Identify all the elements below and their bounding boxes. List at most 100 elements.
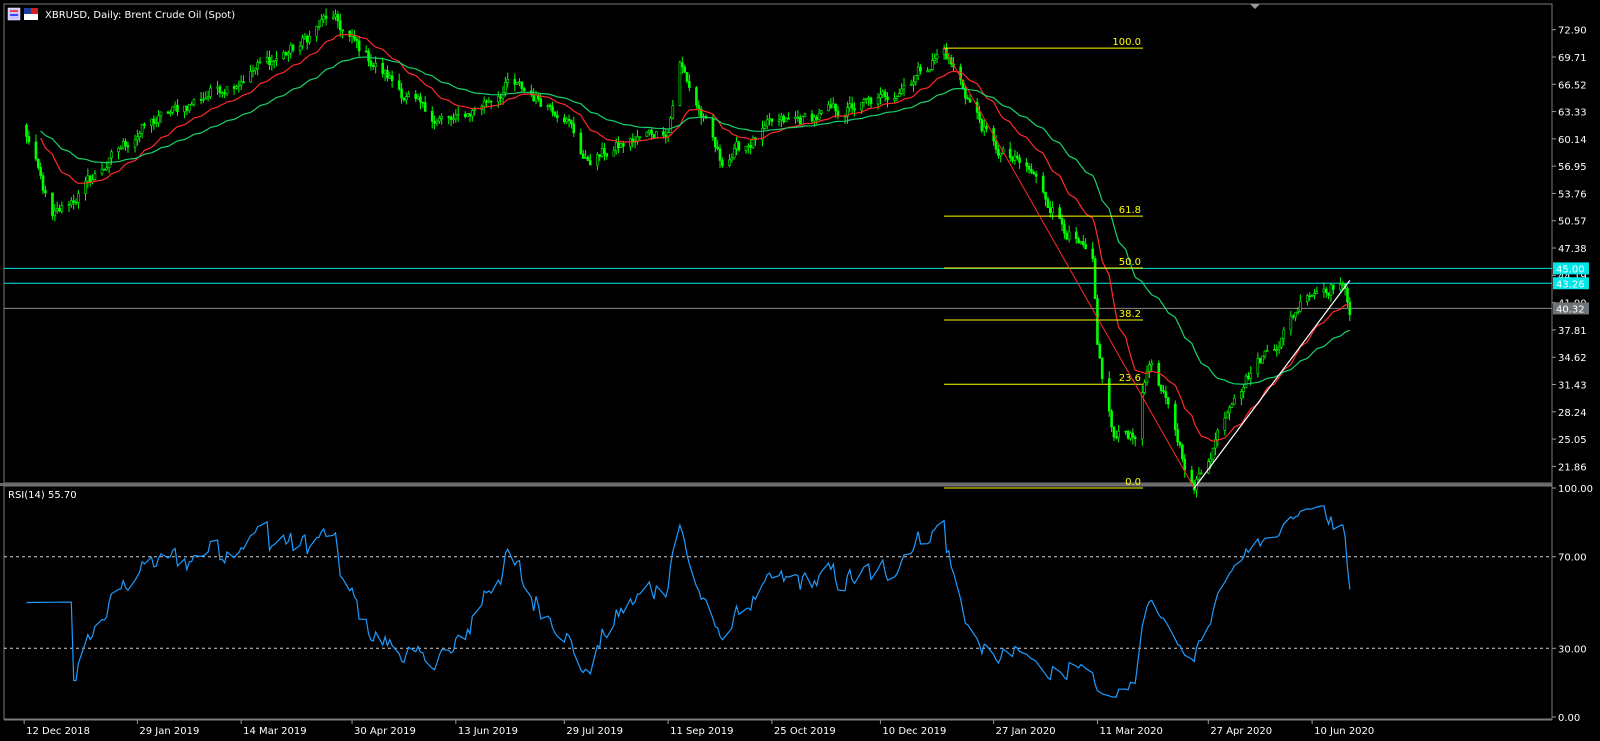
candle-body: [435, 120, 439, 124]
candle-body: [902, 85, 906, 90]
candle-body: [239, 81, 243, 86]
candle-body: [716, 146, 719, 150]
main-chart-panel[interactable]: [3, 3, 1553, 484]
candle-body: [317, 25, 321, 28]
candle-body: [1157, 362, 1161, 386]
candle-body: [1131, 432, 1135, 438]
candle-body: [1096, 298, 1099, 345]
candle-body: [322, 15, 326, 20]
candle-body: [1018, 157, 1021, 163]
candle-body: [1339, 284, 1342, 290]
candle-body: [86, 175, 90, 182]
candle-body: [763, 125, 767, 129]
candle-body: [1207, 461, 1210, 474]
candle-body: [916, 66, 920, 76]
candle-body: [1232, 398, 1236, 405]
candle-body: [1046, 198, 1050, 208]
candle-body: [39, 167, 42, 176]
price-tick-label: 21.86: [1558, 462, 1587, 473]
candle-body: [289, 44, 293, 54]
candle-body: [315, 26, 318, 37]
candle-body: [369, 60, 373, 66]
candle-body: [1249, 373, 1253, 379]
candle-body: [225, 86, 229, 95]
candle-body: [268, 56, 271, 66]
price-axis-ticks: 72.90 69.71 66.52 63.33 60.14 56.95 53.76 50.57…: [1552, 26, 1587, 473]
candle-body: [223, 92, 226, 95]
candle-body: [237, 84, 241, 87]
candle-body: [572, 123, 576, 134]
candle-body: [140, 124, 144, 134]
resistance-price-label: 43.26: [1556, 279, 1585, 290]
candle-body: [496, 96, 500, 103]
candle-body: [471, 110, 474, 117]
price-tick-label: 69.71: [1558, 53, 1587, 64]
candle-body: [1140, 392, 1144, 440]
price-tick-label: 37.81: [1558, 326, 1587, 337]
candle-body: [1107, 378, 1111, 412]
candle-body: [1329, 284, 1333, 296]
candle-body: [1265, 350, 1269, 353]
candle-body: [150, 118, 153, 126]
candle-body: [1277, 346, 1281, 350]
candle-body: [1112, 426, 1116, 438]
chart-window: XBRUSD, Daily: Brent Crude Oil (Spot) 10…: [0, 3, 1593, 737]
candle-body: [1306, 295, 1309, 302]
chart-window-icon: [7, 7, 21, 21]
candle-body: [1032, 171, 1036, 175]
candle-body: [794, 116, 797, 119]
candle-body: [647, 129, 651, 133]
candle-body: [1273, 349, 1276, 352]
candle-body: [1322, 288, 1326, 293]
candle-body: [449, 116, 453, 120]
candle-body: [770, 118, 774, 122]
candle-body: [166, 111, 170, 114]
current-price-label: 40.32: [1556, 304, 1585, 315]
resistance-price-label: 45.00: [1556, 264, 1585, 275]
candle-body: [935, 54, 939, 59]
candle-body: [1341, 283, 1345, 286]
candle-body: [400, 88, 403, 99]
candle-body: [909, 84, 913, 86]
candle-body: [900, 88, 903, 94]
candle-body: [662, 131, 665, 136]
candle-body: [305, 35, 309, 43]
rsi-panel[interactable]: [3, 485, 1553, 720]
candle-body: [513, 79, 517, 85]
candle-body: [1209, 458, 1212, 463]
candle-body: [190, 103, 193, 106]
candle-body: [1199, 472, 1203, 475]
candle-body: [749, 145, 752, 148]
candle-body: [732, 148, 736, 159]
candle-body: [216, 86, 219, 89]
candle-body: [551, 106, 554, 113]
candle-body: [1299, 301, 1302, 312]
candle-body: [308, 36, 311, 43]
candle-body: [926, 70, 929, 73]
candle-body: [813, 116, 816, 122]
candle-body: [1275, 349, 1279, 351]
candle-body: [152, 118, 156, 124]
candle-body: [980, 119, 984, 132]
candle-body: [815, 116, 819, 120]
candle-body: [1048, 207, 1052, 213]
candle-body: [1084, 244, 1087, 250]
candle-body: [603, 148, 606, 154]
candle-body: [209, 87, 212, 97]
candle-body: [664, 134, 668, 138]
candle-body: [72, 200, 75, 203]
candle-body: [1079, 241, 1083, 244]
candle-body: [570, 120, 573, 125]
candle-body: [820, 110, 823, 114]
candle-body: [67, 204, 71, 207]
candle-body: [817, 113, 821, 120]
candle-body: [117, 147, 120, 153]
candle-body: [485, 100, 488, 103]
candle-body: [506, 79, 510, 83]
price-tick-label: 72.90: [1558, 26, 1587, 37]
candle-body: [423, 102, 427, 112]
candle-body: [301, 37, 304, 47]
candle-body: [1093, 258, 1097, 300]
fib-level-label: 38.2: [1119, 309, 1141, 320]
candle-body: [520, 81, 524, 89]
